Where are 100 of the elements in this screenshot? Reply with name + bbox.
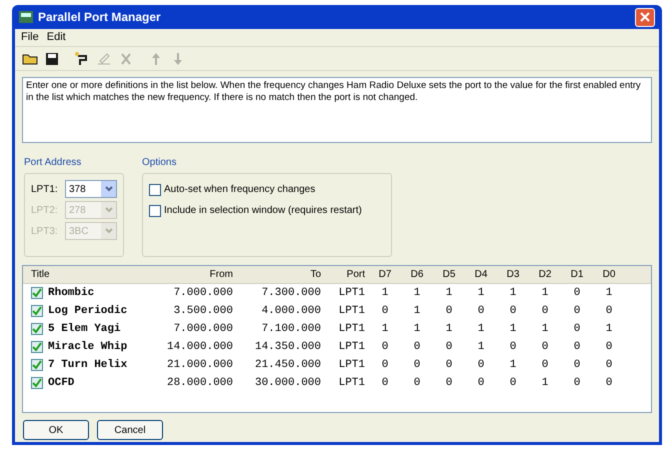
- table-cell-text: 0: [572, 376, 582, 391]
- table-cell-text: 1: [508, 286, 518, 301]
- group-title: Port Address: [24, 157, 82, 168]
- checkbox[interactable]: [31, 323, 43, 335]
- table-cell-text: 0: [604, 340, 614, 355]
- port-label: LPT1:: [31, 182, 59, 196]
- table-cell-text: 0: [572, 340, 582, 355]
- table-cell-text: 1: [476, 286, 486, 301]
- column-header[interactable]: D2: [529, 267, 561, 282]
- table-cell-text: 1: [380, 286, 390, 301]
- column-header[interactable]: D3: [497, 267, 529, 282]
- column-header[interactable]: Title: [23, 267, 158, 282]
- table-cell-text: 0: [604, 304, 614, 319]
- description-box: Enter one or more definitions in the list below. When the frequency changes Ham Radio Deluxe sets the port to the value for the first enabled entry in the list which matches the new frequency. If there is no match then the port is not changed.: [22, 77, 652, 143]
- table-cell-text: 1: [540, 322, 550, 337]
- table-cell-text: 28.000.000: [166, 376, 233, 391]
- table-cell-text: 0: [444, 376, 454, 391]
- table-cell-text: 0: [444, 304, 454, 319]
- table-cell-text: 1: [412, 322, 422, 337]
- column-header[interactable]: Port: [321, 267, 369, 282]
- table-cell-text: 1: [508, 322, 518, 337]
- table-cell-text: 0: [476, 304, 486, 319]
- table-cell-text: Log Periodic: [48, 304, 128, 319]
- checkbox[interactable]: [149, 184, 161, 196]
- table-cell-text: 0: [476, 376, 486, 391]
- column-header[interactable]: D5: [433, 267, 465, 282]
- table-cell-text: 7.100.000: [260, 322, 321, 337]
- table-cell-text: Miracle Whip: [48, 340, 128, 355]
- table-cell-text: LPT1: [338, 322, 366, 337]
- menu-item[interactable]: Edit: [46, 29, 66, 46]
- table-cell-text: 0: [508, 340, 518, 355]
- table-cell-text: 0: [412, 340, 422, 355]
- checkbox[interactable]: [31, 305, 43, 317]
- table-cell-text: 4.000.000: [260, 304, 321, 319]
- table-cell-text: 21.450.000: [254, 358, 321, 373]
- table-cell-text: Rhombic: [48, 286, 94, 301]
- table-cell-text: 1: [412, 286, 422, 301]
- table-cell-text: 0: [540, 304, 550, 319]
- table-cell-text: OCFD: [48, 376, 74, 391]
- table-cell-text: 0: [572, 286, 582, 301]
- table-cell-text: 14.000.000: [166, 340, 233, 355]
- table-cell-text: 14.350.000: [254, 340, 321, 355]
- table-cell-text: 0: [572, 322, 582, 337]
- table-cell-text: 0: [508, 304, 518, 319]
- table-cell-text: 0: [476, 358, 486, 373]
- option-label: Auto-set when frequency changes: [164, 183, 316, 197]
- port-label: LPT2:: [31, 204, 59, 218]
- table-cell-text: 0: [380, 304, 390, 319]
- table-cell-text: 0: [412, 358, 422, 373]
- close-button[interactable]: [635, 8, 655, 26]
- checkbox[interactable]: [31, 377, 43, 389]
- table-cell-text: 5 Elem Yagi: [48, 322, 121, 337]
- menu-item[interactable]: File: [21, 29, 39, 46]
- port-label: LPT3:: [31, 224, 59, 238]
- table-cell-text: 0: [604, 376, 614, 391]
- table-cell-text: 1: [444, 286, 454, 301]
- table-cell-text: 7 Turn Helix: [48, 358, 128, 373]
- table-cell-text: 0: [508, 376, 518, 391]
- checkbox[interactable]: [149, 204, 161, 216]
- caret-icon: [104, 207, 112, 213]
- table-cell-text: 0: [412, 376, 422, 391]
- table-cell-text: 1: [540, 286, 550, 301]
- table-cell-text: 7.000.000: [172, 286, 233, 301]
- app-icon: [19, 11, 33, 23]
- table-cell-text: 0: [380, 376, 390, 391]
- checkbox[interactable]: [31, 341, 43, 353]
- table-cell-text: 1: [508, 358, 518, 373]
- cancel-button[interactable]: Cancel: [97, 420, 163, 440]
- table-cell-text: 0: [572, 358, 582, 373]
- table-cell-text: 1: [476, 340, 486, 355]
- table-cell-text: 3.500.000: [172, 304, 233, 319]
- column-header[interactable]: D7: [369, 267, 401, 282]
- table-cell-text: 7.000.000: [172, 322, 233, 337]
- table-cell-text: 0: [380, 340, 390, 355]
- table-cell-text: 30.000.000: [254, 376, 321, 391]
- caret-icon: [104, 186, 112, 192]
- checkbox[interactable]: [31, 287, 43, 299]
- table-cell-text: 1: [380, 322, 390, 337]
- table-cell-text: 0: [572, 304, 582, 319]
- close-icon: [640, 12, 650, 22]
- table-cell-text: 0: [380, 358, 390, 373]
- table-cell-text: 1: [444, 322, 454, 337]
- port-dropdown[interactable]: 378: [65, 180, 117, 198]
- caret-icon: [104, 228, 112, 234]
- column-header[interactable]: To: [233, 267, 321, 282]
- checkbox[interactable]: [31, 359, 43, 371]
- column-header[interactable]: D4: [465, 267, 497, 282]
- column-header[interactable]: D1: [561, 267, 593, 282]
- table-cell-text: LPT1: [338, 340, 366, 355]
- ok-button[interactable]: OK: [23, 420, 89, 440]
- table-cell-text: LPT1: [338, 376, 366, 391]
- column-header[interactable]: D0: [593, 267, 625, 282]
- table-cell-text: 0: [444, 358, 454, 373]
- table-cell-text: LPT1: [338, 286, 366, 301]
- table-cell-text: 1: [540, 376, 550, 391]
- table-cell-text: LPT1: [338, 304, 366, 319]
- column-header[interactable]: From: [158, 267, 233, 282]
- table-cell-text: 0: [604, 358, 614, 373]
- table-cell-text: 1: [412, 304, 422, 319]
- column-header[interactable]: D6: [401, 267, 433, 282]
